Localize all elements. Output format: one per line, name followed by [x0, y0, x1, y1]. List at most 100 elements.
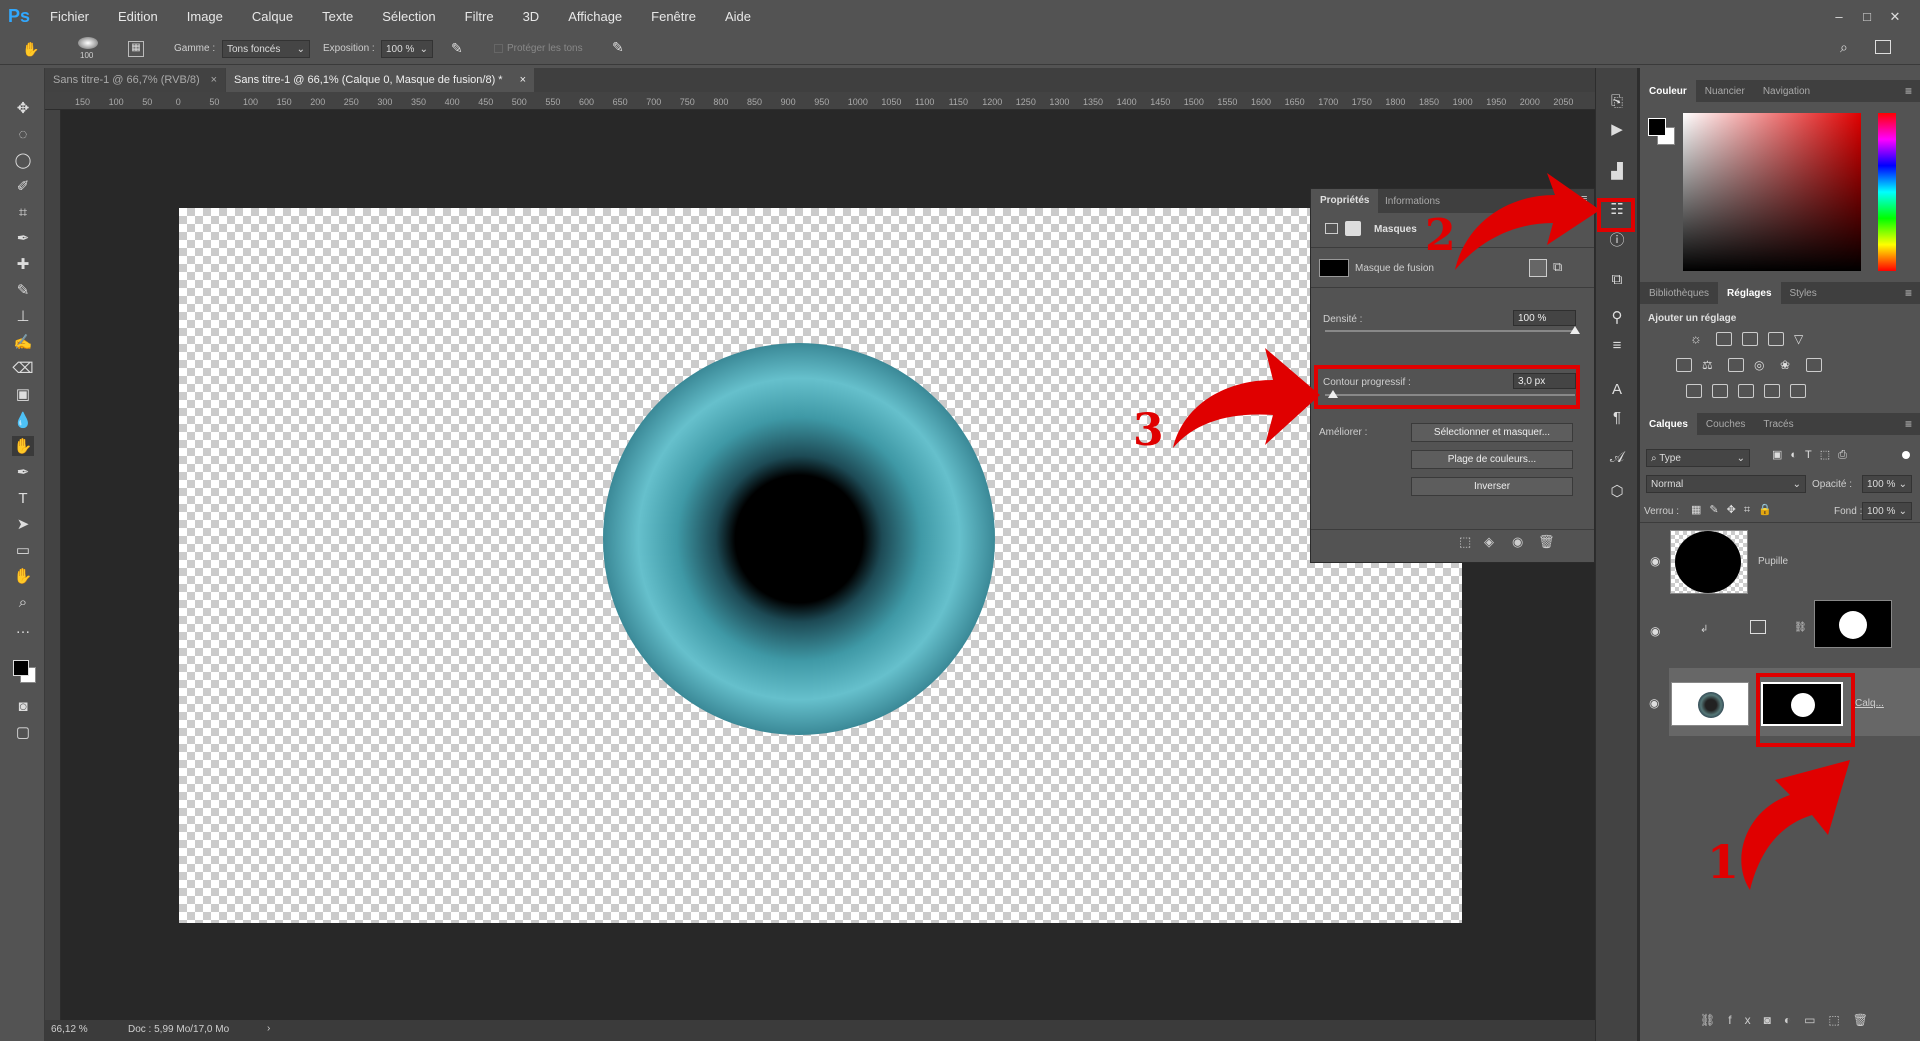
close-icon[interactable]: ×: [211, 74, 217, 86]
brush-preview-icon[interactable]: [78, 37, 98, 49]
tab-swatches[interactable]: Nuancier: [1696, 80, 1754, 102]
chevron-right-icon[interactable]: ›: [267, 1023, 270, 1034]
menu-fichier[interactable]: Fichier: [38, 9, 89, 24]
menu-affichage[interactable]: Affichage: [556, 9, 622, 24]
menu-selection[interactable]: Sélection: [370, 9, 435, 24]
menu-image[interactable]: Image: [175, 9, 223, 24]
levels-adjust-icon[interactable]: [1716, 332, 1732, 346]
layer-name[interactable]: Pupille: [1758, 556, 1788, 567]
curves-adjust-icon[interactable]: [1742, 332, 1758, 346]
layer-mask-icon[interactable]: [1345, 221, 1361, 236]
range-select[interactable]: Tons foncés ⌄: [222, 40, 310, 58]
color-range-button[interactable]: Plage de couleurs...: [1411, 450, 1573, 469]
density-slider[interactable]: [1325, 330, 1575, 332]
tab-document-2[interactable]: Sans titre-1 @ 66,1% (Calque 0, Masque d…: [226, 68, 534, 92]
gradient-tool-icon[interactable]: ▣: [12, 384, 34, 404]
exposure-field[interactable]: 100 % ⌄: [381, 40, 433, 58]
zoom-tool-icon[interactable]: ⌕: [12, 592, 34, 612]
threshold-adjust-icon[interactable]: [1738, 384, 1754, 398]
glyphs-icon[interactable]: 𝒜: [1606, 446, 1628, 468]
pressure-icon[interactable]: ✎: [612, 39, 624, 56]
apply-mask-icon[interactable]: ◈: [1484, 534, 1494, 550]
color-lookup-adjust-icon[interactable]: [1806, 358, 1822, 372]
panel-menu-icon[interactable]: ≡: [1905, 84, 1912, 98]
color-picker-field[interactable]: [1683, 113, 1861, 271]
close-icon[interactable]: ×: [520, 74, 526, 86]
menu-aide[interactable]: Aide: [713, 9, 751, 24]
stamp-tool-icon[interactable]: ⊥: [12, 306, 34, 326]
filter-toggle-icon[interactable]: [1902, 451, 1910, 459]
paragraph-icon[interactable]: ¶: [1606, 406, 1628, 428]
lock-icons[interactable]: ▦✎✥⌗🔒: [1691, 503, 1780, 517]
selective-color-adjust-icon[interactable]: [1764, 384, 1780, 398]
eye-icon[interactable]: ◉: [1650, 554, 1660, 568]
protect-tones-checkbox[interactable]: [494, 44, 503, 53]
hand-tool-icon[interactable]: ✋: [12, 566, 34, 586]
foreground-color-swatch[interactable]: [13, 660, 29, 676]
marquee-tool-icon[interactable]: ◌: [12, 124, 34, 144]
layer-thumbnail[interactable]: [1671, 682, 1749, 726]
hue-saturation-adjust-icon[interactable]: [1676, 358, 1692, 372]
workspace-icon[interactable]: [1875, 40, 1891, 54]
more-tools-icon[interactable]: …: [12, 618, 34, 638]
select-and-mask-button[interactable]: Sélectionner et masquer...: [1411, 423, 1573, 442]
clone-source-icon[interactable]: ⧉: [1606, 268, 1628, 290]
maximize-button[interactable]: □: [1856, 9, 1878, 25]
layer-row[interactable]: ◉ Pupille: [1650, 528, 1920, 596]
lasso-tool-icon[interactable]: ◯: [12, 150, 34, 170]
history-icon[interactable]: ⎘: [1606, 90, 1628, 112]
rectangle-tool-icon[interactable]: ▭: [12, 540, 34, 560]
brightness-adjust-icon[interactable]: ☼: [1690, 331, 1706, 346]
density-field[interactable]: 100 %: [1513, 310, 1576, 326]
search-icon[interactable]: ⌕: [1840, 39, 1848, 56]
fill-field[interactable]: 100 % ⌄: [1862, 502, 1912, 520]
hue-slider[interactable]: [1878, 113, 1896, 271]
character-icon[interactable]: A: [1606, 378, 1628, 400]
menu-texte[interactable]: Texte: [310, 9, 353, 24]
trash-icon[interactable]: 🗑: [1538, 534, 1555, 550]
menu-calque[interactable]: Calque: [240, 9, 293, 24]
airbrush-icon[interactable]: ✎: [451, 40, 463, 57]
vertical-ruler[interactable]: [45, 110, 61, 1020]
menu-filtre[interactable]: Filtre: [453, 9, 494, 24]
path-select-tool-icon[interactable]: ➤: [12, 514, 34, 534]
density-slider-thumb[interactable]: [1570, 326, 1580, 334]
3d-icon[interactable]: ⬡: [1606, 480, 1628, 502]
close-button[interactable]: ✕: [1884, 9, 1906, 25]
horizontal-ruler[interactable]: 150 100 50 0 50 100 150 200 250 300 350 400 450 500 55…: [45, 92, 1595, 110]
eyedropper-tool-icon[interactable]: ✒: [12, 228, 34, 248]
tab-libraries[interactable]: Bibliothèques: [1640, 282, 1718, 304]
link-icon[interactable]: ⛓: [1794, 622, 1807, 633]
history-brush-tool-icon[interactable]: ✍: [12, 332, 34, 352]
crop-tool-icon[interactable]: ⌗: [12, 202, 34, 222]
blur-tool-icon[interactable]: 💧: [12, 410, 34, 430]
tab-navigation[interactable]: Navigation: [1754, 80, 1819, 102]
pixel-mask-icon[interactable]: [1325, 223, 1338, 234]
zoom-level[interactable]: 66,12 %: [51, 1024, 88, 1035]
exposure-adjust-icon[interactable]: [1768, 332, 1784, 346]
actions-play-icon[interactable]: ▶: [1606, 118, 1628, 140]
tab-document-1[interactable]: Sans titre-1 @ 66,7% (RVB/8) ×: [45, 68, 225, 92]
layer-name[interactable]: Calq...: [1855, 698, 1884, 709]
color-balance-adjust-icon[interactable]: ⚖: [1702, 358, 1718, 372]
layer-row[interactable]: ◉ ↲ ⛓: [1650, 598, 1920, 666]
photo-filter-adjust-icon[interactable]: ◎: [1754, 358, 1770, 372]
channel-mixer-adjust-icon[interactable]: ❀: [1780, 358, 1796, 372]
mask-thumbnail[interactable]: [1814, 600, 1892, 648]
eye-icon[interactable]: ◉: [1649, 696, 1659, 710]
black-white-adjust-icon[interactable]: [1728, 358, 1744, 372]
opacity-field[interactable]: 100 % ⌄: [1862, 475, 1912, 493]
tab-informations[interactable]: Informations: [1385, 196, 1440, 207]
layer-actions-icons[interactable]: ⛓fx◙◐▭⬚🗑: [1700, 1013, 1881, 1027]
brushes-icon[interactable]: ≡: [1606, 334, 1628, 356]
foreground-color-swatch[interactable]: [1648, 118, 1666, 136]
eraser-tool-icon[interactable]: ⌫: [12, 358, 34, 378]
invert-button[interactable]: Inverser: [1411, 477, 1573, 496]
menu-fenetre[interactable]: Fenêtre: [639, 9, 696, 24]
move-tool-icon[interactable]: ✥: [12, 98, 34, 118]
menu-3d[interactable]: 3D: [511, 9, 540, 24]
tab-styles[interactable]: Styles: [1781, 282, 1826, 304]
type-tool-icon[interactable]: T: [12, 488, 34, 508]
tab-adjustments[interactable]: Réglages: [1718, 282, 1781, 304]
load-selection-icon[interactable]: ⬚: [1459, 534, 1471, 550]
